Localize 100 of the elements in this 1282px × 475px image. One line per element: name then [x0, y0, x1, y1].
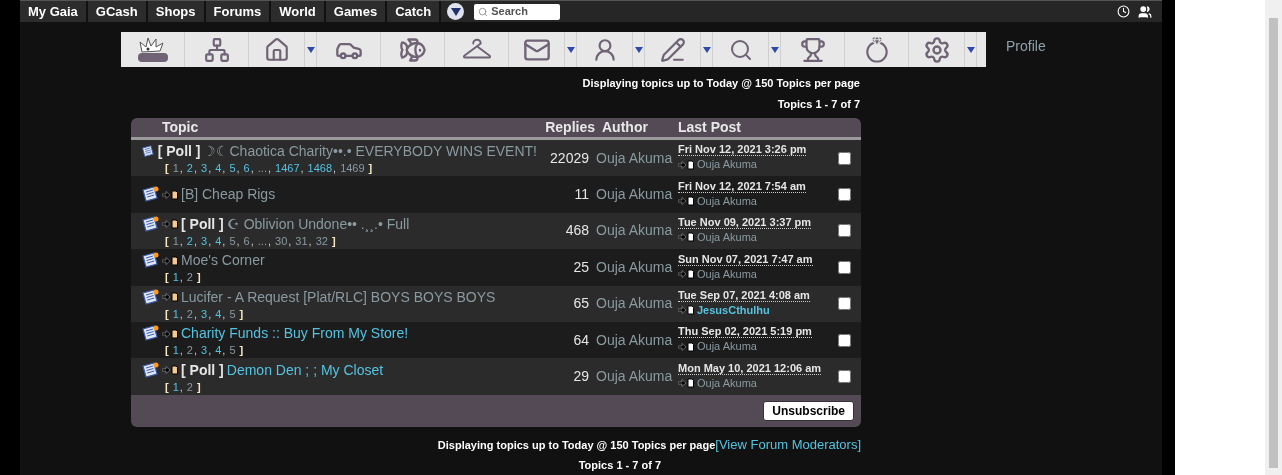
- moderators-link[interactable]: [View Forum Moderators]: [715, 434, 861, 455]
- nav-tab[interactable]: Forums: [205, 1, 272, 22]
- page-link[interactable]: 5: [229, 162, 236, 176]
- bracket: ]: [331, 234, 336, 248]
- page-link[interactable]: 1: [172, 234, 179, 248]
- page-link[interactable]: 6: [243, 234, 250, 248]
- dropdown-arrow[interactable]: [701, 32, 713, 67]
- page-link[interactable]: 1: [172, 162, 179, 176]
- last-post-author[interactable]: Ouja Akuma: [697, 265, 757, 283]
- page-link[interactable]: 1: [172, 307, 179, 321]
- dropdown-arrow[interactable]: [633, 32, 645, 67]
- page-link[interactable]: 4: [215, 307, 222, 321]
- last-post-date[interactable]: Tue Nov 09, 2021 3:37 pm: [678, 216, 812, 230]
- users-icon[interactable]: [1138, 4, 1152, 19]
- topic-checkbox[interactable]: [838, 224, 851, 238]
- nav-tab[interactable]: Shops: [147, 1, 206, 22]
- last-post-date[interactable]: Thu Sep 02, 2021 5:19 pm: [678, 325, 812, 339]
- page-link[interactable]: 32: [315, 234, 328, 248]
- topic-title[interactable]: Moe's Corner: [181, 250, 265, 272]
- author-link[interactable]: Ouja Akuma: [589, 147, 677, 169]
- topic-checkbox[interactable]: [838, 333, 851, 347]
- dropdown-arrow[interactable]: [305, 32, 317, 67]
- bracket: [: [165, 307, 169, 321]
- last-post-author[interactable]: Ouja Akuma: [697, 338, 757, 355]
- dropdown-arrow[interactable]: [965, 32, 977, 67]
- nav-tab[interactable]: GCash: [87, 1, 148, 22]
- page-link[interactable]: 2: [186, 271, 193, 285]
- author-link[interactable]: Ouja Akuma: [589, 184, 677, 206]
- last-post-date[interactable]: Tue Sep 07, 2021 4:08 am: [678, 289, 810, 302]
- dropdown-arrow[interactable]: [565, 32, 577, 67]
- last-post-author[interactable]: Ouja Akuma: [697, 156, 757, 173]
- last-post-author[interactable]: Ouja Akuma: [697, 192, 757, 210]
- page-link[interactable]: 2: [186, 380, 193, 394]
- author-link[interactable]: Ouja Akuma: [589, 293, 677, 315]
- page-link[interactable]: 1: [172, 380, 179, 394]
- topic-title[interactable]: Demon Den ; ; My Closet: [226, 359, 384, 381]
- page-link[interactable]: 2: [186, 162, 193, 176]
- author-link[interactable]: Ouja Akuma: [589, 256, 677, 278]
- last-post-author[interactable]: Ouja Akuma: [697, 229, 757, 246]
- page-link[interactable]: 1468: [307, 162, 333, 176]
- author-link[interactable]: Ouja Akuma: [589, 366, 677, 388]
- page-link[interactable]: 5: [229, 307, 236, 321]
- separator: ,: [250, 162, 254, 176]
- dropdown-button[interactable]: [447, 3, 465, 20]
- separator: ,: [179, 307, 183, 321]
- page-link[interactable]: ...: [257, 234, 267, 248]
- nav-tab[interactable]: World: [271, 1, 326, 22]
- separator: ,: [300, 162, 304, 176]
- nav-tab[interactable]: My Gaia: [20, 1, 88, 22]
- topic-checkbox[interactable]: [838, 188, 851, 202]
- search-field[interactable]: Search: [474, 3, 561, 20]
- author-link[interactable]: Ouja Akuma: [589, 329, 677, 351]
- unsubscribe-button[interactable]: Unsubscribe: [763, 400, 854, 421]
- page-link[interactable]: 5: [229, 234, 236, 248]
- page-link[interactable]: ...: [257, 162, 267, 176]
- nav-tab[interactable]: Games: [325, 1, 388, 22]
- page-link[interactable]: 3: [201, 234, 208, 248]
- topic-checkbox[interactable]: [838, 260, 851, 274]
- last-post-date[interactable]: Sun Nov 07, 2021 7:47 am: [678, 252, 813, 266]
- profile-link[interactable]: Profile: [1006, 36, 1046, 57]
- page-link[interactable]: 3: [201, 307, 208, 321]
- page-link[interactable]: 2: [186, 344, 193, 358]
- last-post-date[interactable]: Mon May 10, 2021 12:06 am: [678, 361, 822, 375]
- page-link[interactable]: 6: [243, 162, 250, 176]
- page-link[interactable]: 4: [215, 234, 222, 248]
- topic-title[interactable]: Charity Funds :: Buy From My Store!: [181, 323, 409, 345]
- page-link[interactable]: 3: [201, 162, 208, 176]
- clock-icon[interactable]: [1117, 5, 1130, 18]
- last-post-date[interactable]: Fri Nov 12, 2021 7:54 am: [678, 179, 806, 193]
- page-link[interactable]: 31: [295, 234, 308, 248]
- separator: ,: [236, 162, 240, 176]
- page-link[interactable]: 1467: [275, 162, 300, 176]
- page-link[interactable]: 2: [186, 234, 193, 248]
- nav-tab[interactable]: Catch: [387, 1, 442, 22]
- page-link[interactable]: 1: [172, 271, 179, 285]
- arrow-page-icon: [162, 219, 178, 230]
- separator: ,: [267, 162, 272, 176]
- last-post-date[interactable]: Fri Nov 12, 2021 3:26 pm: [678, 143, 807, 157]
- page-link[interactable]: 30: [275, 234, 288, 248]
- topic-checkbox[interactable]: [838, 297, 851, 311]
- topic-title[interactable]: Lucifer - A Request [Plat/RLC] BOYS BOYS BOYS: [181, 286, 496, 308]
- dropdown-arrow[interactable]: [769, 32, 781, 67]
- page-link[interactable]: 4: [215, 162, 222, 176]
- page-link[interactable]: 1469: [340, 162, 365, 176]
- page-link[interactable]: 4: [215, 344, 222, 358]
- page-link[interactable]: 3: [201, 344, 208, 358]
- page-link[interactable]: 1: [172, 344, 179, 358]
- arrow-page-icon: [162, 255, 178, 266]
- topic-checkbox[interactable]: [838, 370, 851, 384]
- bracket: ]: [197, 380, 201, 394]
- last-post-author[interactable]: Ouja Akuma: [697, 374, 757, 392]
- scrollbar-thumb[interactable]: [1269, 18, 1278, 468]
- page-link[interactable]: 2: [186, 307, 193, 321]
- author-link[interactable]: Ouja Akuma: [589, 220, 677, 242]
- topic-checkbox[interactable]: [838, 151, 851, 165]
- page-link[interactable]: 5: [229, 344, 236, 358]
- last-post-author[interactable]: JesusCthulhu: [697, 302, 770, 319]
- topic-title[interactable]: ☽☾Chaotica Charity••.• EVERYBODY WINS EVENT!: [203, 141, 537, 163]
- topic-title[interactable]: ☪ Oblivion Undone•• .¸¸.• Full: [226, 213, 410, 235]
- topic-title[interactable]: [B] Cheap Rigs: [181, 184, 276, 206]
